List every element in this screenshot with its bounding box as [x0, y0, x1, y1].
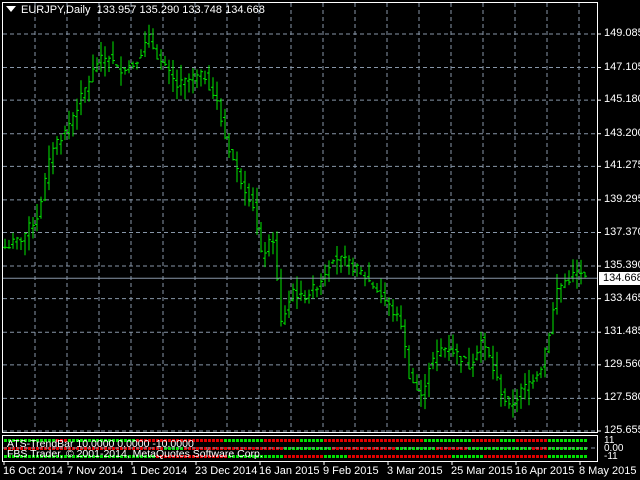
indicator-scale-min: -11	[604, 451, 618, 462]
price-axis-label: 147.105	[604, 60, 640, 73]
price-axis-label: 143.200	[604, 126, 640, 139]
price-axis-label: 127.580	[604, 391, 640, 404]
price-axis-label: 129.560	[604, 357, 640, 370]
price-axis-label: 139.295	[604, 192, 640, 205]
date-axis-label: 16 Jan 2015	[259, 465, 320, 477]
price-axis-label: 149.085	[604, 27, 640, 39]
price-axis-label: 145.180	[604, 93, 640, 106]
symbol-timeframe: EURJPY,Daily	[21, 4, 91, 16]
dropdown-triangle-icon[interactable]	[6, 6, 16, 12]
date-axis-label: 1 Dec 2014	[131, 465, 188, 477]
price-axis-label: 131.485	[604, 325, 640, 338]
date-axis-label: 8 May 2015	[579, 465, 637, 477]
date-axis-label: 3 Mar 2015	[387, 465, 443, 477]
chart-title: EURJPY,Daily 133.957 135.290 133.748 134…	[6, 4, 265, 16]
price-axis-label: 135.390	[604, 259, 640, 272]
date-axis-label: 9 Feb 2015	[323, 465, 379, 477]
date-axis-label: 23 Dec 2014	[195, 465, 258, 477]
price-axis-label: 133.465	[604, 291, 640, 304]
price-axis-label: 137.370	[604, 225, 640, 238]
price-axis-label: 141.275	[604, 159, 640, 172]
current-price-label: 134.668	[599, 272, 640, 286]
date-axis-label: 16 Oct 2014	[3, 465, 63, 477]
indicator-copyright: FBS Trader, © 2001-2014, MetaQuotes Soft…	[7, 448, 263, 460]
date-axis-label: 7 Nov 2014	[67, 465, 124, 477]
ohlc-values: 133.957 135.290 133.748 134.668	[96, 4, 265, 16]
chart-canvas	[3, 3, 601, 465]
date-axis-label: 25 Mar 2015	[451, 465, 513, 477]
date-axis-label: 16 Apr 2015	[515, 465, 575, 477]
